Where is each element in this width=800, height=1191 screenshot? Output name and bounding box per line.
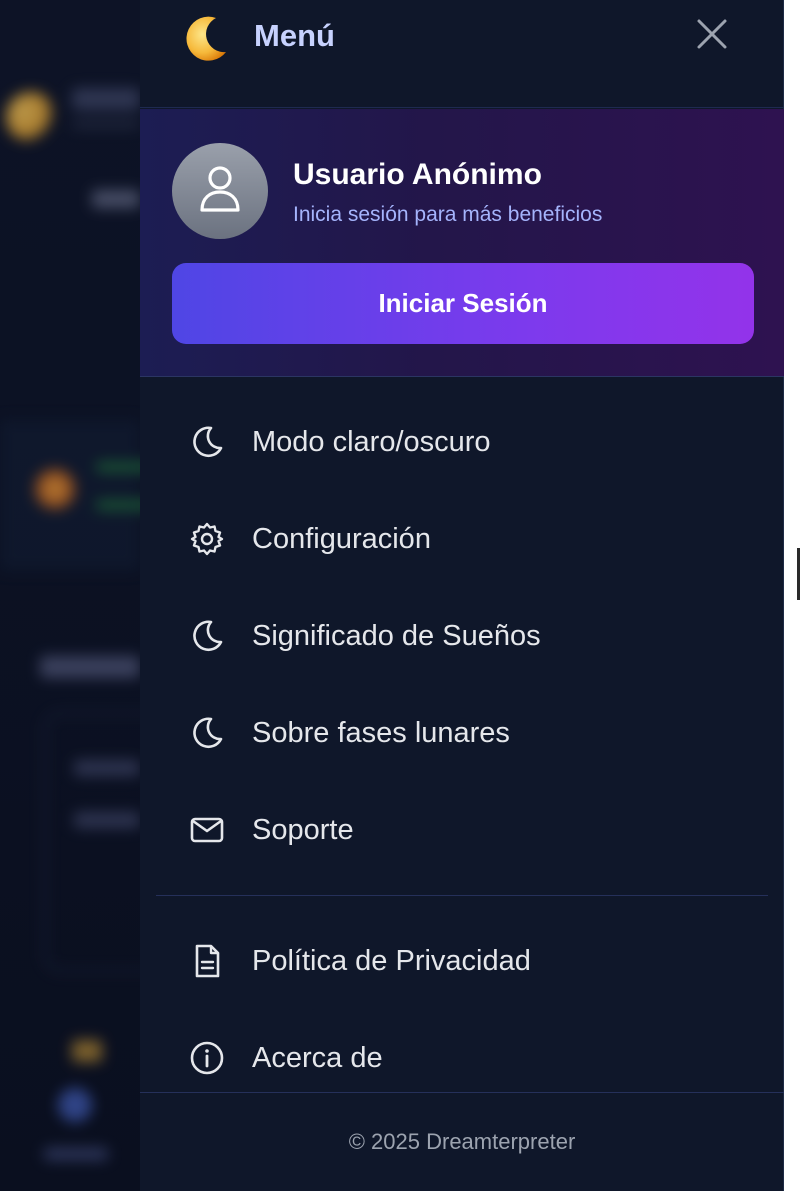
login-button[interactable]: Iniciar Sesión	[172, 263, 754, 344]
background-title	[72, 88, 140, 110]
background-label	[92, 190, 140, 208]
background-moon-logo	[6, 92, 56, 142]
user-subtitle: Inicia sesión para más beneficios	[293, 203, 603, 226]
menu-item-label: Soporte	[252, 814, 354, 846]
close-icon	[695, 17, 729, 56]
drawer-header: Menú	[140, 0, 784, 108]
document-icon	[188, 942, 226, 980]
menu-item-privacy-policy[interactable]: Política de Privacidad	[156, 921, 768, 1001]
background-badge	[34, 468, 76, 510]
drawer-title: Menú	[254, 18, 335, 53]
drawer-footer: © 2025 Dreamterpreter	[140, 1092, 784, 1191]
menu-item-settings[interactable]: Configuración	[156, 499, 768, 579]
moon-icon	[188, 617, 226, 655]
menu-item-label: Acerca de	[252, 1042, 383, 1074]
close-button[interactable]	[688, 12, 736, 60]
profile-section: Usuario Anónimo Inicia sesión para más b…	[140, 109, 784, 377]
mail-icon	[188, 811, 226, 849]
menu-item-theme-toggle[interactable]: Modo claro/oscuro	[156, 402, 768, 482]
crescent-moon-icon	[180, 12, 232, 64]
background-star	[72, 1040, 102, 1062]
user-icon	[197, 164, 243, 219]
gear-icon	[188, 520, 226, 558]
background-nav-label	[44, 1148, 108, 1160]
menu-item-dream-meanings[interactable]: Significado de Sueños	[156, 596, 768, 676]
avatar	[172, 143, 268, 239]
side-drawer: Menú Usuario Anónimo Inicia sesión para …	[140, 0, 784, 1191]
copyright-text: © 2025 Dreamterpreter	[348, 1129, 576, 1154]
menu-item-moon-phases[interactable]: Sobre fases lunares	[156, 693, 768, 773]
background-section-title	[40, 656, 140, 678]
background-subtitle	[72, 120, 140, 128]
moon-icon	[188, 714, 226, 752]
menu-item-label: Política de Privacidad	[252, 945, 531, 977]
user-name: Usuario Anónimo	[293, 158, 542, 191]
background-card-line	[74, 760, 140, 776]
menu-item-label: Modo claro/oscuro	[252, 426, 491, 458]
background-nav-tab	[58, 1088, 92, 1122]
info-icon	[188, 1039, 226, 1077]
menu-divider	[156, 895, 768, 896]
background-card-line-2	[74, 812, 140, 828]
menu-item-about[interactable]: Acerca de	[156, 1018, 768, 1098]
menu-item-support[interactable]: Soporte	[156, 790, 768, 870]
menu-item-label: Significado de Sueños	[252, 620, 541, 652]
menu-item-label: Sobre fases lunares	[252, 717, 510, 749]
moon-icon	[188, 423, 226, 461]
menu-item-label: Configuración	[252, 523, 431, 555]
